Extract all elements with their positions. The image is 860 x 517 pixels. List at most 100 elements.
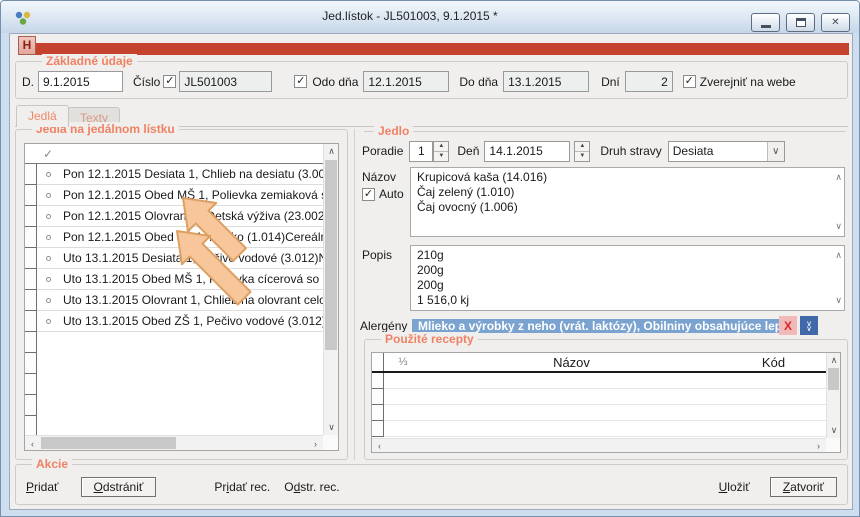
meal-row-empty <box>25 416 323 435</box>
description-line: 200g <box>417 263 830 278</box>
meal-row[interactable]: Uto 13.1.2015 Obed MŠ 1, Polievka cícero… <box>25 269 323 290</box>
scrollbar-corner <box>826 438 840 452</box>
vscroll-thumb[interactable] <box>325 160 337 350</box>
h-toolbar-button[interactable]: H <box>18 36 36 55</box>
from-date-label: Odo dňa <box>312 75 358 89</box>
meal-row-text: Uto 13.1.2015 Obed ZŠ 1, Pečivo vodové (… <box>59 311 323 332</box>
record-bullet-icon <box>46 172 51 177</box>
scroll-up-icon[interactable]: ∧ <box>835 170 842 185</box>
recipes-header: ⅓ Názov Kód <box>372 353 826 373</box>
publish-label: Zverejniť na webe <box>700 75 796 89</box>
remove-recipe-button[interactable]: Odstr. rec. <box>284 480 339 494</box>
recipes-vscrollbar[interactable]: ∧ ∨ <box>826 353 840 438</box>
day-stepper[interactable]: ▲ ▼ <box>574 141 590 162</box>
spin-down-icon[interactable]: ▼ <box>434 152 448 161</box>
meal-row[interactable]: Pon 12.1.2015 Obed MŠ 1, Polievka zemiak… <box>25 185 323 206</box>
actions-group: Akcie Pridať Odstrániť Pridať rec. Odstr… <box>15 464 848 505</box>
day-field[interactable]: 14.1.2015 <box>484 141 570 162</box>
meal-list-vscrollbar[interactable]: ∧ ∨ <box>323 144 338 435</box>
order-stepper[interactable]: ▲ ▼ <box>433 141 449 162</box>
meal-list-grid: ✓ Pon 12.1.2015 Desiata 1, Chlieb na des… <box>24 143 339 451</box>
check-icon: ✓ <box>165 76 174 87</box>
spin-up-icon[interactable]: ▲ <box>575 142 589 152</box>
recipes-hscrollbar[interactable]: ‹ › <box>372 438 826 452</box>
close-button[interactable]: ✕ <box>821 13 850 32</box>
recipe-row-empty <box>372 405 826 421</box>
minimize-button[interactable] <box>751 13 780 32</box>
basic-data-group: Základné údaje D. 9.1.2015 Číslo ✓ JL501… <box>15 61 848 99</box>
scroll-down-icon[interactable]: ∨ <box>835 293 842 308</box>
recipes-legend: Použité recepty <box>381 332 478 346</box>
meal-type-value: Desiata <box>669 142 767 161</box>
record-bullet-icon <box>46 277 51 282</box>
scroll-down-icon[interactable]: ∨ <box>324 420 339 435</box>
restore-button[interactable] <box>786 13 815 32</box>
auto-checkbox[interactable]: ✓ <box>362 188 375 201</box>
actions-legend: Akcie <box>32 457 72 471</box>
basic-data-legend: Základné údaje <box>42 54 137 68</box>
allergens-label: Alergény <box>360 319 412 333</box>
record-bullet-icon <box>46 235 51 240</box>
add-recipe-button[interactable]: Pridať rec. <box>214 480 270 494</box>
jedlo-group-border <box>364 131 846 132</box>
save-button[interactable]: Uložiť <box>719 480 750 494</box>
recipe-row-empty <box>372 389 826 405</box>
remove-button[interactable]: Odstrániť <box>81 477 157 497</box>
panel-divider <box>354 129 355 460</box>
chevron-down-icon[interactable]: ∨ <box>767 142 784 161</box>
expand-allergens-button[interactable]: ∨ ∨ <box>800 316 818 335</box>
description-line: 200g <box>417 278 830 293</box>
spin-up-icon[interactable]: ▲ <box>434 142 448 152</box>
name-label: Názov <box>362 170 396 184</box>
scroll-up-icon[interactable]: ∧ <box>835 248 842 263</box>
meal-list-hscrollbar[interactable]: ‹ › <box>25 435 323 450</box>
number-field[interactable]: JL501003 <box>179 71 272 92</box>
remove-allergen-button[interactable]: X <box>779 316 797 335</box>
meal-row-text: Uto 13.1.2015 Obed MŠ 1, Polievka cícero… <box>59 269 323 290</box>
record-bullet-icon <box>46 193 51 198</box>
order-field[interactable]: 1 <box>409 141 433 162</box>
range-checkbox[interactable]: ✓ <box>294 75 307 88</box>
scroll-left-icon[interactable]: ‹ <box>25 436 40 451</box>
description-textarea[interactable]: 210g 200g 200g 1 516,0 kj ∧ ∨ <box>410 245 845 311</box>
scroll-left-icon[interactable]: ‹ <box>372 439 387 453</box>
days-field[interactable]: 2 <box>625 71 673 92</box>
order-label: Poradie <box>362 144 403 158</box>
close-dialog-button[interactable]: Zatvoriť <box>770 477 837 497</box>
name-textarea[interactable]: Krupicová kaša (14.016) Čaj zelený (1.01… <box>410 167 845 237</box>
spin-down-icon[interactable]: ▼ <box>575 152 589 161</box>
meal-row[interactable]: Uto 13.1.2015 Olovrant 1, Chlieb na olov… <box>25 290 323 311</box>
meal-row[interactable]: Uto 13.1.2015 Desiata 1, Pečivo vodové (… <box>25 248 323 269</box>
scroll-right-icon[interactable]: › <box>811 439 826 453</box>
add-button[interactable]: Pridať <box>26 480 59 494</box>
scroll-down-icon[interactable]: ∨ <box>835 219 842 234</box>
scroll-right-icon[interactable]: › <box>308 436 323 451</box>
publish-checkbox[interactable]: ✓ <box>683 75 696 88</box>
checkmark-icon: ✓ <box>37 147 59 161</box>
vscroll-thumb[interactable] <box>828 368 839 390</box>
meal-row-text: Uto 13.1.2015 Olovrant 1, Chlieb na olov… <box>59 290 323 311</box>
meal-type-select[interactable]: Desiata ∨ <box>668 141 785 162</box>
meal-row[interactable]: Pon 12.1.2015 Olovrant 1, Detská výživa … <box>25 206 323 227</box>
meal-row[interactable]: Pon 12.1.2015 Desiata 1, Chlieb na desia… <box>25 164 323 185</box>
meal-row-empty <box>25 332 323 353</box>
record-bullet-icon <box>46 214 51 219</box>
client-area: H Základné údaje D. 9.1.2015 Číslo ✓ JL5… <box>9 33 853 510</box>
hscroll-thumb[interactable] <box>41 437 176 449</box>
from-date-field[interactable]: 12.1.2015 <box>363 71 449 92</box>
check-icon: ✓ <box>685 76 694 87</box>
meal-row-empty <box>25 395 323 416</box>
tab-jedla[interactable]: Jedlá <box>16 105 69 127</box>
allergens-field[interactable]: Mlieko a výrobky z neho (vrát. laktózy),… <box>412 319 779 333</box>
meal-row[interactable]: Uto 13.1.2015 Obed ZŠ 1, Pečivo vodové (… <box>25 311 323 332</box>
meal-row[interactable]: Pon 12.1.2015 Obed ZŠ 1, Mlieko (1.014)C… <box>25 227 323 248</box>
scroll-down-icon[interactable]: ∨ <box>827 423 841 438</box>
number-checkbox[interactable]: ✓ <box>163 75 176 88</box>
scroll-up-icon[interactable]: ∧ <box>827 353 841 368</box>
restore-icon <box>796 18 806 27</box>
to-date-field[interactable]: 13.1.2015 <box>503 71 589 92</box>
scroll-up-icon[interactable]: ∧ <box>324 144 339 159</box>
header-red-bar <box>36 43 849 55</box>
date-field[interactable]: 9.1.2015 <box>38 71 123 92</box>
scrollbar-corner <box>323 435 338 450</box>
